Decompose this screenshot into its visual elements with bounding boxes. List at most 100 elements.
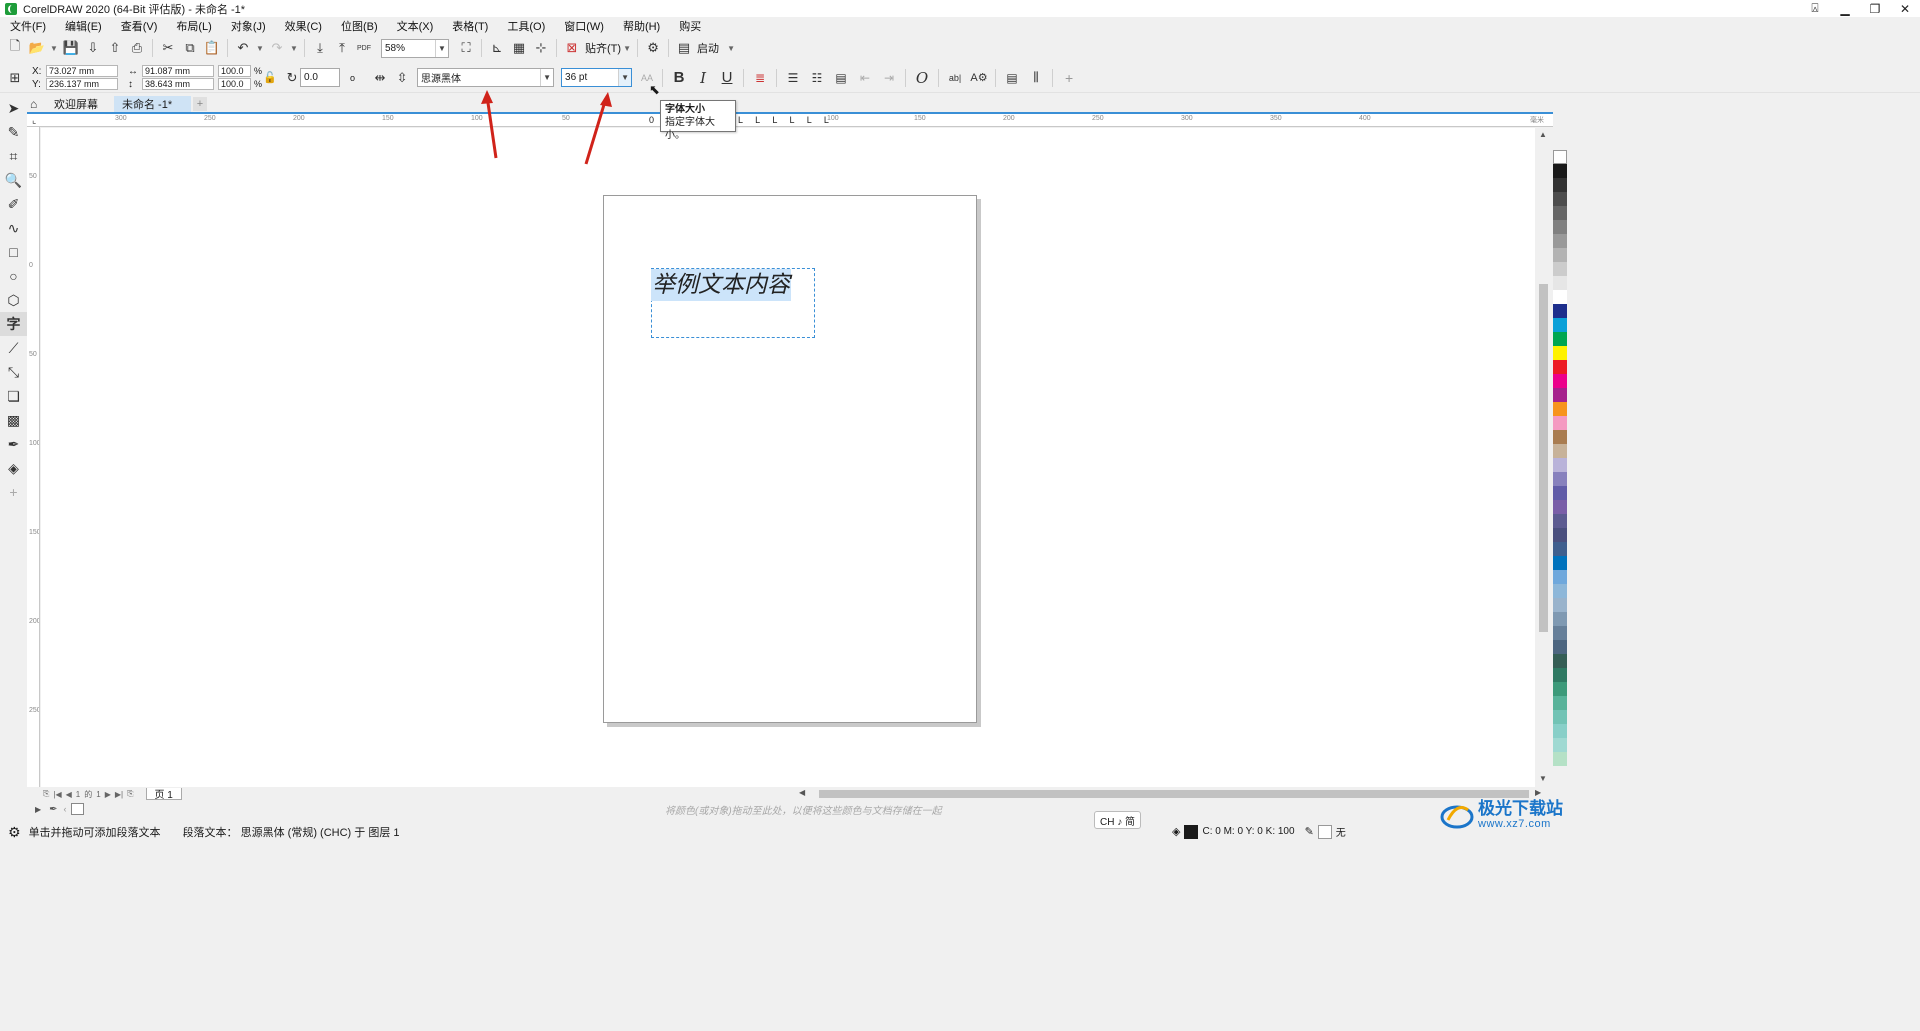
first-page-icon[interactable]: |◀ — [53, 790, 61, 799]
horizontal-scroll-thumb[interactable] — [819, 790, 1529, 798]
shape-tool-icon[interactable]: ✎ — [0, 120, 27, 144]
rotation-angle-field[interactable]: 0.0 — [300, 68, 341, 87]
color-swatch[interactable] — [1553, 346, 1567, 360]
menu-layout[interactable]: 布局(L) — [176, 18, 211, 34]
color-swatch[interactable] — [1553, 528, 1567, 542]
add-page-icon[interactable]: ⎘ — [127, 789, 133, 799]
palette-expand-icon[interactable]: ▶ — [35, 805, 41, 814]
full-screen-icon[interactable]: ⛶ — [455, 37, 477, 59]
show-rulers-icon[interactable]: ⊾ — [486, 37, 508, 59]
drawing-canvas[interactable]: 举例文本内容 — [41, 128, 1535, 787]
connector-tool-icon[interactable]: ⤡ — [0, 360, 27, 384]
launch-label[interactable]: 启动 — [697, 40, 719, 56]
page-options-icon[interactable]: ⎘ — [43, 789, 49, 799]
color-swatch[interactable] — [1553, 458, 1567, 472]
color-swatch[interactable] — [1553, 486, 1567, 500]
color-swatch[interactable] — [1553, 724, 1567, 738]
width-field[interactable]: 91.087 mm — [142, 65, 214, 77]
scroll-right-icon[interactable]: ▶ — [1535, 788, 1541, 797]
color-swatch[interactable] — [1553, 584, 1567, 598]
print-icon[interactable]: ⎙ — [126, 37, 148, 59]
color-swatch[interactable] — [1553, 248, 1567, 262]
italic-button[interactable]: I — [691, 66, 715, 90]
chevron-down-icon[interactable]: ▼ — [48, 37, 60, 59]
artistic-media-tool-icon[interactable]: ∿ — [0, 216, 27, 240]
color-swatch[interactable] — [1553, 318, 1567, 332]
scale-height-field[interactable]: 100.0 — [218, 78, 251, 90]
text-properties-icon[interactable]: A⚙ — [967, 66, 991, 90]
cut-icon[interactable]: ✂ — [157, 37, 179, 59]
copy-icon[interactable]: ⧉ — [179, 37, 201, 59]
y-position-field[interactable]: 236.137 mm — [46, 78, 118, 90]
scroll-left-icon[interactable]: ‹ — [64, 804, 67, 814]
pdf-icon[interactable]: PDF — [353, 37, 375, 59]
color-swatch[interactable] — [1553, 640, 1567, 654]
color-swatch[interactable] — [1553, 304, 1567, 318]
color-swatch[interactable] — [1553, 654, 1567, 668]
color-swatch[interactable] — [1553, 164, 1567, 178]
color-palette[interactable] — [1553, 150, 1567, 780]
fill-color-chip[interactable] — [1184, 824, 1199, 839]
scale-width-field[interactable]: 100.0 — [218, 65, 251, 77]
user-icon[interactable]: ⍓ — [1800, 0, 1830, 17]
status-settings-icon[interactable]: ⚙ — [8, 824, 21, 841]
chevron-down-icon[interactable]: ▼ — [621, 37, 633, 59]
home-icon[interactable]: ⌂ — [30, 97, 46, 111]
menu-edit[interactable]: 编辑(E) — [65, 18, 102, 34]
color-swatch[interactable] — [1553, 444, 1567, 458]
polygon-tool-icon[interactable]: ⬡ — [0, 288, 27, 312]
edit-text-icon[interactable]: ab| — [943, 66, 967, 90]
color-swatch[interactable] — [1553, 206, 1567, 220]
add-icon[interactable]: + — [1057, 66, 1081, 90]
zoom-tool-icon[interactable]: 🔍 — [0, 168, 27, 192]
parallel-dimension-tool-icon[interactable]: ⟋ — [0, 336, 27, 360]
color-swatch[interactable] — [1553, 668, 1567, 682]
underline-button[interactable]: U — [715, 66, 739, 90]
color-swatch[interactable] — [1553, 388, 1567, 402]
color-swatch[interactable] — [1553, 570, 1567, 584]
add-tool-icon[interactable]: + — [0, 480, 27, 504]
color-swatch[interactable] — [1553, 738, 1567, 752]
transparency-tool-icon[interactable]: ▩ — [0, 408, 27, 432]
tab-welcome-screen[interactable]: 欢迎屏幕 — [46, 96, 106, 112]
freehand-tool-icon[interactable]: ✐ — [0, 192, 27, 216]
color-swatch[interactable] — [1553, 472, 1567, 486]
outline-color-chip[interactable] — [1317, 824, 1332, 839]
color-swatch[interactable] — [1553, 682, 1567, 696]
chevron-down-icon[interactable]: ▼ — [725, 37, 737, 59]
scroll-down-icon[interactable]: ▼ — [1539, 774, 1547, 783]
chevron-down-icon[interactable]: ▼ — [540, 69, 553, 86]
interactive-fill-tool-icon[interactable]: ◈ — [0, 456, 27, 480]
scroll-left-icon[interactable]: ◀ — [799, 788, 805, 797]
object-origin-icon[interactable]: ⊞ — [4, 67, 26, 89]
no-fill-swatch[interactable] — [1553, 150, 1567, 164]
drop-cap-icon[interactable]: ▤ — [829, 66, 853, 90]
color-swatch[interactable] — [1553, 626, 1567, 640]
color-swatch[interactable] — [1553, 178, 1567, 192]
vertical-scroll-thumb[interactable] — [1539, 284, 1548, 632]
save-icon[interactable]: 💾 — [60, 37, 82, 59]
last-page-icon[interactable]: ▶| — [115, 790, 123, 799]
pick-tool-icon[interactable]: ➤ — [0, 96, 27, 120]
snap-to-label[interactable]: 贴齐(T) — [585, 40, 621, 56]
increase-indent-icon[interactable]: ⇥ — [877, 66, 901, 90]
eyedropper-icon[interactable]: ✒ — [49, 804, 57, 815]
color-swatch[interactable] — [1553, 360, 1567, 374]
minimize-icon[interactable]: ▁ — [1830, 0, 1860, 17]
menu-text[interactable]: 文本(X) — [397, 18, 434, 34]
options-gear-icon[interactable]: ⚙ — [642, 37, 664, 59]
color-swatch[interactable] — [1553, 416, 1567, 430]
close-icon[interactable]: ✕ — [1890, 0, 1920, 17]
new-tab-icon[interactable]: + — [193, 97, 207, 111]
import-icon[interactable]: ⤓ — [309, 37, 331, 59]
fill-icon[interactable]: ◈ — [1172, 825, 1180, 838]
no-color-swatch[interactable] — [70, 803, 84, 815]
color-swatch[interactable] — [1553, 514, 1567, 528]
color-swatch[interactable] — [1553, 556, 1567, 570]
redo-dropdown-icon[interactable]: ▼ — [288, 37, 300, 59]
color-swatch[interactable] — [1553, 374, 1567, 388]
color-swatch[interactable] — [1553, 192, 1567, 206]
menu-effects[interactable]: 效果(C) — [285, 18, 322, 34]
paste-icon[interactable]: 📋 — [201, 37, 223, 59]
menu-view[interactable]: 查看(V) — [121, 18, 158, 34]
